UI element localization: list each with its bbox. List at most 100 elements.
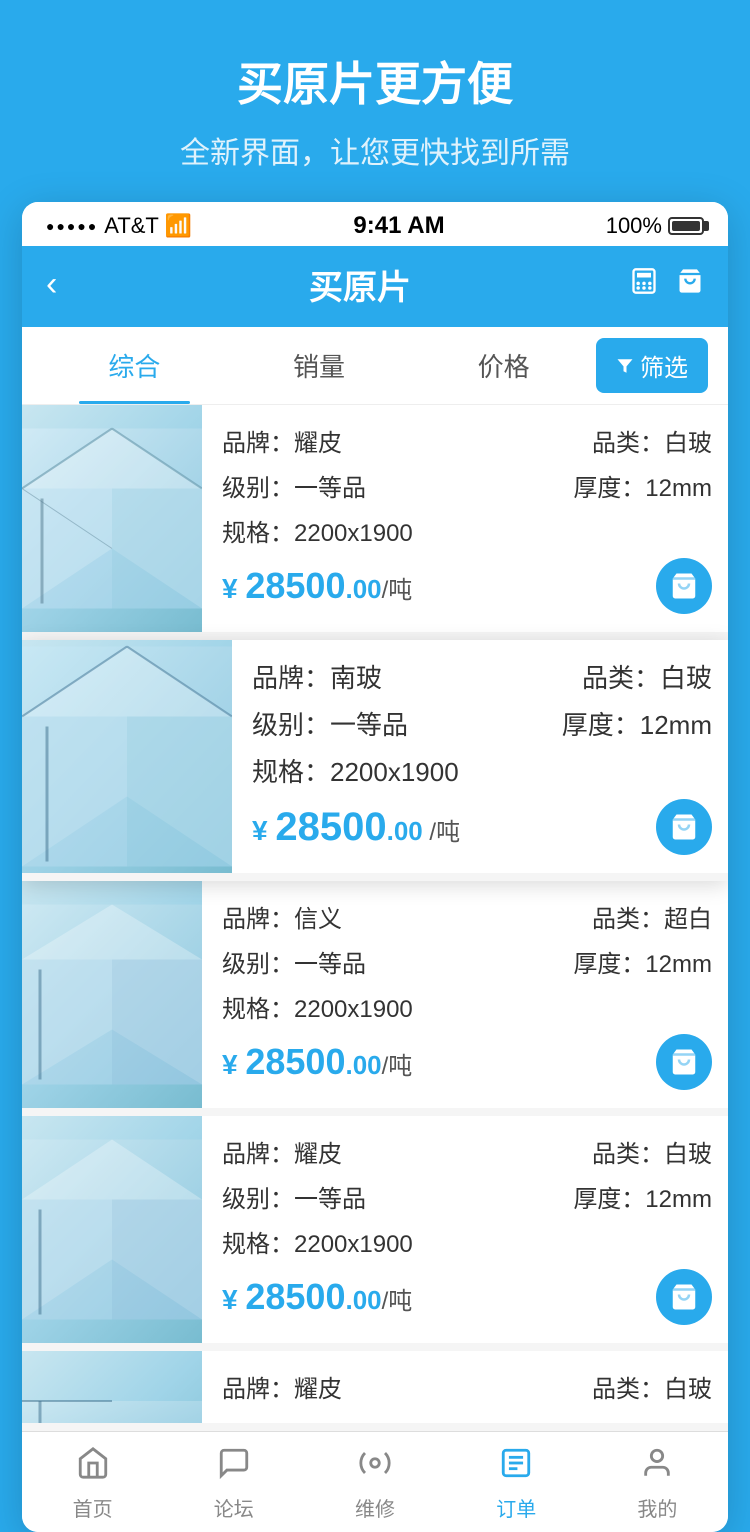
nav-title: 买原片 [309,260,411,309]
brand-field: 品牌：耀皮 [222,1369,342,1404]
filter-bar: 综合 销量 价格 筛选 [22,327,728,405]
thickness-field: 厚度：12mm [573,468,712,503]
product-price: ¥ 28500.00/吨 [222,565,412,607]
price-row: ¥ 28500.00/吨 [222,558,712,614]
brand-field: 品牌：信义 [222,899,342,934]
price-row: ¥ 28500.00 /吨 [252,799,712,855]
product-image-3 [22,881,202,1108]
carrier-label: AT&T [104,213,159,239]
wifi-icon: 📶 [165,213,192,239]
status-time: 9:41 AM [353,212,444,240]
status-bar: ●●●●● AT&T 📶 9:41 AM 100% [22,202,728,246]
product-item: 品牌：耀皮 品类：白玻 级别：一等品 厚度：12mm 规格：2200x1900 … [22,405,728,640]
brand-field: 品牌：耀皮 [222,1134,342,1169]
category-field: 品类：白玻 [582,658,712,695]
price-row: ¥ 28500.00/吨 [222,1269,712,1325]
spec-field: 规格：2200x1900 [222,989,712,1024]
phone-frame: ●●●●● AT&T 📶 9:41 AM 100% ‹ 买原片 [22,202,728,1532]
bottom-nav: 首页 论坛 维修 [22,1431,728,1532]
status-right: 100% [606,213,704,239]
battery-icon [668,217,704,235]
person-icon [640,1446,674,1489]
category-field: 品类：白玻 [592,423,712,458]
nav-repair-label: 维修 [355,1493,395,1522]
spec-field: 规格：2200x1900 [222,513,712,548]
forum-icon [217,1446,251,1489]
home-icon [76,1446,110,1489]
add-to-cart-button[interactable] [656,1034,712,1090]
product-info-2: 品牌：南玻 品类：白玻 级别：一等品 厚度：12mm 规格：2200x1900 … [232,640,728,873]
spec-field: 规格：2200x1900 [252,752,712,789]
product-price: ¥ 28500.00/吨 [222,1041,412,1083]
product-row: 级别：一等品 厚度：12mm [252,705,712,742]
nav-home-label: 首页 [73,1493,113,1522]
product-row: 品牌：耀皮 品类：白玻 [222,1369,712,1404]
product-row: 品牌：耀皮 品类：白玻 [222,1134,712,1169]
product-list: 品牌：耀皮 品类：白玻 级别：一等品 厚度：12mm 规格：2200x1900 … [22,405,728,1431]
promo-area: 买原片更方便 全新界面，让您更快找到所需 [0,0,750,202]
nav-orders[interactable]: 订单 [446,1432,587,1532]
product-item: 品牌：信义 品类：超白 级别：一等品 厚度：12mm 规格：2200x1900 … [22,881,728,1116]
product-item: 品牌：耀皮 品类：白玻 级别：一等品 厚度：12mm 规格：2200x1900 … [22,1116,728,1351]
brand-field: 品牌：南玻 [252,658,382,695]
category-field: 品类：超白 [592,899,712,934]
back-button[interactable]: ‹ [46,265,106,304]
product-image-1 [22,405,202,632]
grade-field: 级别：一等品 [222,1179,366,1214]
promo-subtitle: 全新界面，让您更快找到所需 [30,128,720,172]
product-row: 级别：一等品 厚度：12mm [222,468,712,503]
tab-price[interactable]: 价格 [411,327,596,404]
product-row: 级别：一等品 厚度：12mm [222,944,712,979]
wrench-icon [358,1446,392,1489]
product-image-2 [22,640,232,873]
spec-field: 规格：2200x1900 [222,1224,712,1259]
thickness-field: 厚度：12mm [573,1179,712,1214]
tab-sales[interactable]: 销量 [227,327,412,404]
add-to-cart-button[interactable] [656,558,712,614]
product-row: 品牌：信义 品类：超白 [222,899,712,934]
thickness-field: 厚度：12mm [562,705,712,742]
product-item-partial: 品牌：耀皮 品类：白玻 [22,1351,728,1431]
promo-title: 买原片更方便 [30,48,720,114]
nav-forum[interactable]: 论坛 [163,1432,304,1532]
nav-orders-label: 订单 [496,1493,536,1522]
battery-percent: 100% [606,213,662,239]
nav-profile[interactable]: 我的 [587,1432,728,1532]
product-info-4: 品牌：耀皮 品类：白玻 级别：一等品 厚度：12mm 规格：2200x1900 … [202,1116,728,1343]
add-to-cart-button[interactable] [656,799,712,855]
orders-icon [499,1446,533,1489]
nav-bar: ‹ 买原片 [22,246,728,327]
price-row: ¥ 28500.00/吨 [222,1034,712,1090]
product-image-4 [22,1116,202,1343]
thickness-field: 厚度：12mm [573,944,712,979]
product-row: 级别：一等品 厚度：12mm [222,1179,712,1214]
product-price: ¥ 28500.00 /吨 [252,805,460,850]
status-left: ●●●●● AT&T 📶 [46,213,192,239]
nav-forum-label: 论坛 [214,1493,254,1522]
product-image-5 [22,1351,202,1431]
grade-field: 级别：一等品 [252,705,408,742]
filter-icon [616,357,634,375]
product-price: ¥ 28500.00/吨 [222,1276,412,1318]
grade-field: 级别：一等品 [222,468,366,503]
category-field: 品类：白玻 [592,1134,712,1169]
add-to-cart-button[interactable] [656,1269,712,1325]
product-row: 品牌：南玻 品类：白玻 [252,658,712,695]
product-info-1: 品牌：耀皮 品类：白玻 级别：一等品 厚度：12mm 规格：2200x1900 … [202,405,728,632]
nav-home[interactable]: 首页 [22,1432,163,1532]
product-info-3: 品牌：信义 品类：超白 级别：一等品 厚度：12mm 规格：2200x1900 … [202,881,728,1108]
product-row: 品牌：耀皮 品类：白玻 [222,423,712,458]
brand-field: 品牌：耀皮 [222,423,342,458]
nav-repair[interactable]: 维修 [304,1432,445,1532]
category-field: 品类：白玻 [592,1369,712,1404]
tab-comprehensive[interactable]: 综合 [42,327,227,404]
grade-field: 级别：一等品 [222,944,366,979]
product-item-highlighted: 品牌：南玻 品类：白玻 级别：一等品 厚度：12mm 规格：2200x1900 … [22,640,728,881]
cart-icon[interactable] [676,267,704,303]
nav-icons [614,267,704,303]
filter-button[interactable]: 筛选 [596,338,708,393]
product-info-5: 品牌：耀皮 品类：白玻 [202,1351,728,1423]
nav-profile-label: 我的 [637,1493,677,1522]
calculator-icon[interactable] [630,267,658,303]
signal-dots: ●●●●● [46,218,98,234]
